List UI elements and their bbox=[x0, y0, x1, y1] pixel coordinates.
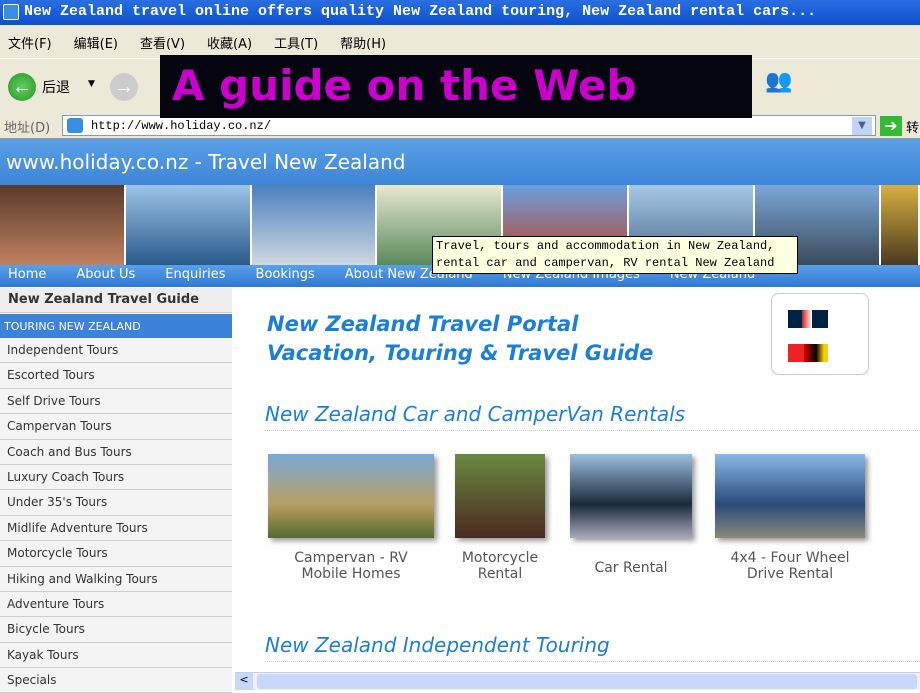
slide-caption: A guide on the Web bbox=[160, 55, 752, 118]
window-title-bar: New Zealand travel online offers quality… bbox=[0, 0, 920, 25]
nav-about-us[interactable]: About Us bbox=[76, 265, 135, 287]
4x4-image[interactable] bbox=[715, 454, 865, 538]
flag-icon-german[interactable] bbox=[788, 344, 828, 362]
section-independent-touring[interactable]: New Zealand Independent Touring bbox=[265, 633, 920, 662]
card-campervan[interactable]: Campervan - RV Mobile Homes bbox=[268, 454, 434, 582]
messenger-icon[interactable]: 👥 bbox=[765, 69, 792, 94]
back-dropdown-icon[interactable]: ▼ bbox=[88, 79, 95, 89]
scroll-thumb[interactable] bbox=[257, 674, 917, 689]
sidebar-item[interactable]: Campervan Tours bbox=[0, 414, 232, 440]
back-button[interactable]: ← bbox=[8, 73, 36, 101]
ie-icon bbox=[3, 4, 19, 20]
card-label: Rental bbox=[477, 566, 523, 582]
address-input[interactable]: http://www.holiday.co.nz/ bbox=[62, 115, 876, 136]
card-label: Car Rental bbox=[594, 560, 668, 576]
sidebar-item[interactable]: Luxury Coach Tours bbox=[0, 464, 232, 491]
photo-jetboat bbox=[251, 185, 378, 265]
page-title: New Zealand Travel Portal Vacation, Touri… bbox=[267, 310, 653, 368]
card-car-rental[interactable]: Car Rental bbox=[570, 454, 692, 576]
menu-edit[interactable]: 编辑(E) bbox=[74, 33, 118, 52]
language-flags[interactable] bbox=[771, 293, 869, 375]
window-title: New Zealand travel online offers quality… bbox=[24, 3, 817, 20]
go-arrow-icon[interactable]: ➜ bbox=[880, 116, 902, 136]
sidebar-item[interactable]: Escorted Tours bbox=[0, 363, 232, 389]
scroll-left-icon[interactable]: < bbox=[235, 673, 253, 690]
go-label[interactable]: 转 bbox=[906, 117, 919, 136]
menu-file[interactable]: 文件(F) bbox=[8, 33, 52, 52]
card-label: 4x4 - Four Wheel bbox=[730, 550, 850, 566]
sidebar-item[interactable]: Adventure Tours bbox=[0, 591, 232, 618]
sidebar-section[interactable]: TOURING NEW ZEALAND bbox=[0, 313, 232, 338]
photo-maori bbox=[0, 185, 126, 265]
horizontal-scrollbar[interactable]: < bbox=[235, 672, 920, 690]
card-4x4[interactable]: 4x4 - Four Wheel Drive Rental bbox=[715, 454, 865, 582]
title-line: New Zealand Travel Portal bbox=[267, 312, 579, 336]
sidebar: New Zealand Travel Guide TOURING NEW ZEA… bbox=[0, 288, 232, 693]
card-label: Drive Rental bbox=[746, 566, 834, 582]
forward-button[interactable]: → bbox=[110, 73, 138, 101]
menu-help[interactable]: 帮助(H) bbox=[340, 33, 386, 52]
card-motorcycle[interactable]: Motorcycle Rental bbox=[455, 454, 545, 582]
photo-whale bbox=[125, 185, 252, 265]
back-label[interactable]: 后退 bbox=[42, 77, 70, 97]
sidebar-item[interactable]: Self Drive Tours bbox=[0, 388, 232, 415]
menu-favorites[interactable]: 收藏(A) bbox=[207, 33, 252, 52]
card-label: Campervan - RV bbox=[294, 550, 408, 566]
nav-home[interactable]: Home bbox=[8, 265, 46, 287]
card-label: Motorcycle bbox=[461, 550, 539, 566]
tooltip-line: rental car and campervan, RV rental New … bbox=[436, 256, 775, 270]
sidebar-item[interactable]: Specials bbox=[0, 668, 232, 693]
main-content: New Zealand Travel Portal Vacation, Touri… bbox=[240, 288, 920, 672]
sidebar-item[interactable]: Midlife Adventure Tours bbox=[0, 515, 232, 542]
site-header: www.holiday.co.nz - Travel New Zealand bbox=[0, 139, 920, 185]
url-text: http://www.holiday.co.nz/ bbox=[91, 119, 272, 133]
menu-bar: 文件(F) 编辑(E) 查看(V) 收藏(A) 工具(T) 帮助(H) bbox=[0, 25, 920, 58]
menu-view[interactable]: 查看(V) bbox=[140, 33, 185, 52]
campervan-image[interactable] bbox=[268, 454, 434, 538]
address-dropdown-icon[interactable]: ▼ bbox=[852, 117, 872, 135]
tooltip: Travel, tours and accommodation in New Z… bbox=[432, 236, 798, 274]
section-car-rentals[interactable]: New Zealand Car and CamperVan Rentals bbox=[265, 402, 920, 431]
flag-icon-english[interactable] bbox=[788, 310, 828, 328]
tooltip-line: Travel, tours and accommodation in New Z… bbox=[436, 239, 775, 253]
motorcycle-image[interactable] bbox=[455, 454, 545, 538]
card-label: Mobile Homes bbox=[301, 566, 401, 582]
photo-extra bbox=[880, 185, 920, 265]
sidebar-heading: New Zealand Travel Guide bbox=[0, 288, 232, 313]
sidebar-item[interactable]: Under 35's Tours bbox=[0, 490, 232, 516]
nav-bookings[interactable]: Bookings bbox=[256, 265, 315, 287]
sidebar-item[interactable]: Independent Tours bbox=[0, 338, 232, 364]
sidebar-item[interactable]: Coach and Bus Tours bbox=[0, 439, 232, 465]
page-icon bbox=[67, 118, 83, 133]
nav-enquiries[interactable]: Enquiries bbox=[165, 265, 225, 287]
menu-tools[interactable]: 工具(T) bbox=[274, 33, 318, 52]
car-image[interactable] bbox=[570, 454, 692, 538]
sidebar-item[interactable]: Hiking and Walking Tours bbox=[0, 566, 232, 592]
title-line: Vacation, Touring & Travel Guide bbox=[267, 341, 654, 365]
sidebar-item[interactable]: Bicycle Tours bbox=[0, 617, 232, 643]
sidebar-item[interactable]: Kayak Tours bbox=[0, 642, 232, 669]
address-label: 地址(D) bbox=[4, 121, 51, 136]
sidebar-item[interactable]: Motorcycle Tours bbox=[0, 541, 232, 567]
